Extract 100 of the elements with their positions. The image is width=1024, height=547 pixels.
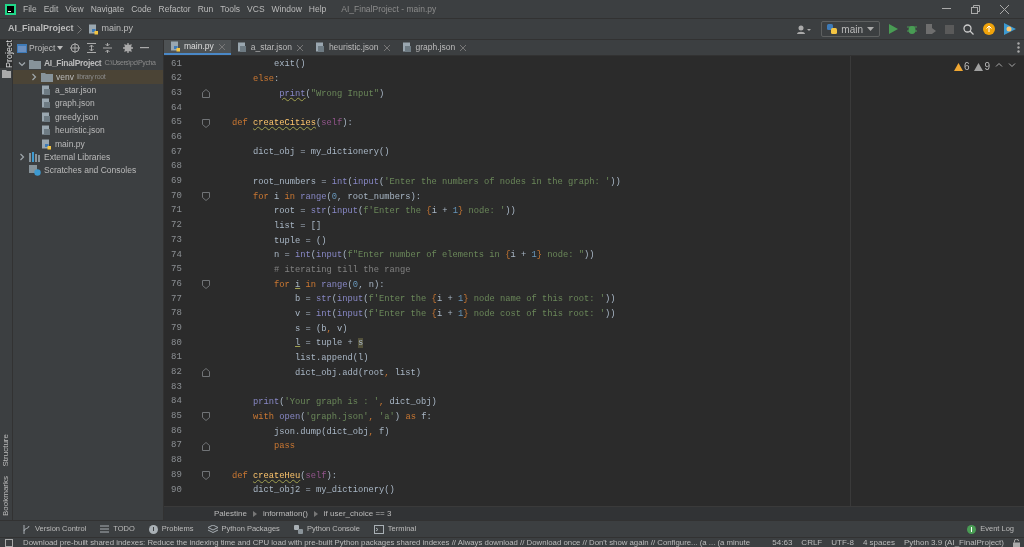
fold-marker-icon[interactable] (201, 280, 210, 290)
tree-label: main.py (55, 137, 85, 151)
code-line: with open('graph.json', 'a') as f: (252, 410, 432, 424)
minimize-icon[interactable] (140, 47, 150, 49)
chevron-down-icon[interactable] (1008, 61, 1016, 69)
code-line: else: (252, 73, 280, 87)
tree-item[interactable]: main.py (13, 137, 163, 151)
info-icon (967, 524, 977, 534)
menu-item[interactable]: VCS (247, 2, 265, 16)
tree-label: heuristic.json (55, 124, 105, 137)
update-icon[interactable] (983, 23, 995, 35)
fold-marker-icon[interactable] (201, 192, 210, 202)
python-icon (293, 524, 303, 534)
bug-icon[interactable] (907, 24, 917, 34)
editor-tab[interactable]: main.py (164, 40, 231, 55)
side-tab[interactable]: Structure (0, 433, 12, 466)
chevron-right-icon[interactable] (18, 153, 26, 162)
expand-all-icon[interactable] (87, 43, 97, 53)
tree-item[interactable]: heuristic.json (13, 123, 163, 138)
line-number: 77 (170, 292, 183, 306)
tree-item[interactable]: graph.json (13, 97, 163, 111)
editor-tab[interactable]: graph.json (395, 40, 473, 55)
line-number: 71 (170, 204, 183, 218)
menu-item[interactable]: Window (271, 2, 302, 16)
restore-icon[interactable] (971, 4, 980, 14)
close-icon[interactable] (296, 44, 303, 51)
plugin-logo-icon[interactable] (1004, 23, 1016, 35)
editor-tab[interactable]: heuristic.json (308, 40, 396, 55)
tree-item[interactable]: Scratches and Consoles (13, 164, 163, 178)
collapse-all-icon[interactable] (103, 43, 113, 53)
user-icon[interactable] (797, 24, 813, 34)
line-number: 89 (170, 468, 183, 482)
close-icon[interactable] (1000, 4, 1009, 14)
project-view-dropdown[interactable]: Project (17, 41, 64, 55)
fold-marker-icon[interactable] (201, 412, 210, 422)
menu-item[interactable]: File (23, 2, 37, 16)
status-item[interactable]: CRLF (801, 538, 823, 547)
status-item[interactable]: Python 3.9 (AI_FinalProject) (903, 538, 1004, 547)
tree-label: greedy.json (55, 110, 99, 124)
code-line: dict_obj.add(root, list) (294, 366, 422, 380)
code-line: v = int(input(f'Enter the {i + 1} node cost of this root: ')) (294, 308, 616, 322)
minimize-icon[interactable] (942, 8, 951, 10)
fold-marker-icon[interactable] (201, 368, 210, 378)
menu-item[interactable]: Code (131, 2, 152, 16)
fold-marker-icon[interactable] (201, 89, 210, 99)
breadcrumb[interactable]: AI_FinalProject (8, 22, 74, 36)
play-icon[interactable] (889, 24, 898, 34)
close-icon[interactable] (460, 44, 467, 51)
code-line: n = int(input(f"Enter number of elements in {i + 1} node: ")) (273, 249, 595, 263)
terminal-icon (373, 524, 384, 534)
settings-icon[interactable] (123, 43, 134, 53)
line-number: 67 (170, 145, 183, 159)
menu-item[interactable]: Run (197, 2, 214, 16)
side-tab[interactable]: Bookmarks (0, 476, 12, 516)
line-number: 85 (170, 410, 183, 424)
tree-label: a_star.json (55, 84, 97, 97)
status-item[interactable]: 54:63 (772, 538, 793, 547)
chevron-down-icon[interactable] (18, 59, 26, 68)
tree-item[interactable]: greedy.json (13, 110, 163, 124)
code-line: list.append(l) (294, 352, 369, 366)
status-item[interactable]: 4 spaces (862, 538, 895, 547)
line-number: 63 (170, 86, 183, 100)
menu-item[interactable]: Tools (220, 2, 241, 16)
search-icon[interactable] (963, 23, 974, 35)
menu-item[interactable]: Refactor (158, 2, 191, 16)
menu-item[interactable]: Help (308, 2, 327, 16)
tree-label: graph.json (55, 97, 95, 111)
editor-tab[interactable]: a_star.json (230, 40, 309, 55)
menu-item[interactable]: View (65, 2, 84, 16)
code-line: def createHeu(self): (231, 469, 338, 483)
lock-icon[interactable] (1013, 538, 1020, 547)
status-item[interactable]: UTF-8 (831, 538, 854, 547)
app-logo-icon (5, 3, 16, 15)
breadcrumb[interactable]: information() (262, 507, 308, 520)
menu-item[interactable]: Navigate (90, 2, 125, 16)
breadcrumb[interactable]: main.py (101, 22, 134, 36)
fold-marker-icon[interactable] (201, 471, 210, 481)
target-icon[interactable] (70, 43, 81, 53)
fold-marker-icon[interactable] (201, 118, 210, 128)
warning-count[interactable]: 6 (963, 59, 970, 74)
layers-icon (207, 524, 218, 534)
breadcrumb[interactable]: Palestine (214, 507, 247, 520)
line-number: 81 (170, 351, 183, 365)
weak-warning-count[interactable]: 9 (984, 59, 990, 74)
fold-marker-icon[interactable] (201, 441, 210, 451)
tree-item[interactable]: a_star.json (13, 83, 163, 98)
more-icon[interactable] (1017, 42, 1020, 53)
chevron-right-icon[interactable] (30, 73, 38, 82)
info-icon (148, 524, 158, 534)
tree-item[interactable]: External Libraries (13, 150, 163, 165)
coverage-icon[interactable] (926, 24, 936, 34)
side-tab[interactable]: Project (0, 40, 12, 68)
list-icon (100, 525, 110, 533)
folder-icon (41, 72, 53, 83)
chevron-up-icon[interactable] (995, 61, 1003, 69)
menu-item[interactable]: Edit (43, 2, 59, 16)
run-config-dropdown[interactable]: main (821, 21, 880, 37)
breadcrumb[interactable]: if user_choice == 3 (323, 507, 392, 520)
close-icon[interactable] (383, 44, 390, 51)
json-file-icon (236, 42, 248, 53)
